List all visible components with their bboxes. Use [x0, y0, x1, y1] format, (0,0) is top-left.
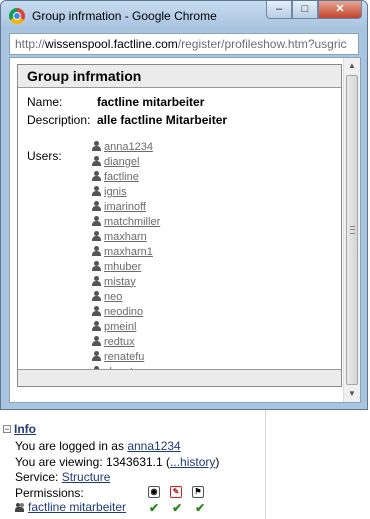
- user-link[interactable]: neo: [104, 291, 122, 303]
- name-value: factline mitarbeiter: [97, 95, 205, 109]
- user-link[interactable]: factline: [104, 171, 139, 183]
- info-title-link[interactable]: Info: [14, 422, 36, 436]
- user-icon: [92, 291, 101, 302]
- user-link[interactable]: redtux: [104, 336, 135, 348]
- list-item: anna1234: [92, 139, 160, 154]
- user-icon: [92, 261, 101, 272]
- title-bar[interactable]: Group infrmation - Google Chrome – □ ✕: [1, 1, 367, 31]
- chrome-icon: [9, 8, 25, 24]
- check-icon: ✔: [195, 501, 206, 515]
- list-item: maxharn: [92, 229, 160, 244]
- view-permission-icon: ◉: [148, 486, 160, 498]
- user-link[interactable]: matchmiller: [104, 216, 160, 228]
- user-icon: [92, 171, 101, 182]
- service-label: Service:: [15, 470, 59, 484]
- window-title: Group infrmation - Google Chrome: [32, 9, 217, 23]
- group-icon: [15, 502, 25, 513]
- check-icon: ✔: [172, 501, 183, 515]
- user-icon: [92, 231, 101, 242]
- url-path: /register/profileshow.htm?usgric: [177, 37, 347, 51]
- logged-in-line: You are logged in as anna1234: [15, 439, 181, 453]
- list-item: factline: [92, 169, 160, 184]
- scroll-thumb[interactable]: [346, 75, 358, 385]
- edit-permission-icon: ✎: [170, 486, 182, 498]
- list-item: matchmiller: [92, 214, 160, 229]
- user-link[interactable]: renatefu: [104, 351, 144, 363]
- popup-window: Group infrmation - Google Chrome – □ ✕ h…: [0, 0, 368, 410]
- url-scheme: http://: [15, 37, 46, 51]
- viewing-line: You are viewing: 1343631.1 (...history): [15, 455, 219, 469]
- group-info-panel: Group infrmation Name: factline mitarbei…: [17, 64, 342, 387]
- list-item: neodino: [92, 304, 160, 319]
- viewing-close-paren: ): [215, 455, 220, 469]
- user-link[interactable]: mistay: [104, 276, 136, 288]
- user-icon: [92, 276, 101, 287]
- collapse-icon[interactable]: −: [3, 425, 11, 434]
- window-controls: – □ ✕: [266, 1, 362, 21]
- permission-checks: ✔ ✔ ✔: [149, 501, 205, 515]
- user-icon: [92, 246, 101, 257]
- user-icon: [92, 186, 101, 197]
- users-list: anna1234 diangel factline ignis imarinof…: [92, 139, 160, 379]
- list-item: ignis: [92, 184, 160, 199]
- name-label: Name:: [27, 95, 63, 109]
- check-icon: ✔: [149, 501, 160, 515]
- service-link[interactable]: Structure: [62, 470, 111, 484]
- list-item: redtux: [92, 334, 160, 349]
- permissions-label: Permissions:: [15, 486, 84, 500]
- user-link[interactable]: neodino: [104, 306, 143, 318]
- grip-icon: [350, 226, 355, 234]
- user-link[interactable]: ignis: [104, 186, 127, 198]
- logged-in-user-link[interactable]: anna1234: [127, 439, 180, 453]
- list-item: maxharn1: [92, 244, 160, 259]
- user-icon: [92, 306, 101, 317]
- group-link[interactable]: factline mitarbeiter: [28, 500, 126, 514]
- user-icon: [92, 321, 101, 332]
- panel-title: Group infrmation: [18, 65, 341, 88]
- list-item: pmeinl: [92, 319, 160, 334]
- panel-footer: [18, 369, 341, 386]
- user-icon: [92, 216, 101, 227]
- list-item: neo: [92, 289, 160, 304]
- user-link[interactable]: diangel: [104, 156, 139, 168]
- logged-in-prefix: You are logged in as: [15, 439, 124, 453]
- column-divider: [265, 410, 266, 519]
- scroll-down-arrow-icon[interactable]: ▼: [344, 386, 360, 402]
- list-item: mhuber: [92, 259, 160, 274]
- manage-permission-icon: ⚑: [192, 486, 204, 498]
- user-icon: [92, 141, 101, 152]
- info-header: − Info: [3, 422, 36, 436]
- user-icon: [92, 336, 101, 347]
- viewing-prefix: You are viewing: 1343631.1: [15, 455, 163, 469]
- user-link[interactable]: imarinoff: [104, 201, 146, 213]
- list-item: renatefu: [92, 349, 160, 364]
- list-item: diangel: [92, 154, 160, 169]
- minimize-button[interactable]: –: [266, 1, 292, 19]
- user-icon: [92, 156, 101, 167]
- permission-group-row: factline mitarbeiter: [15, 500, 126, 514]
- service-line: Service: Structure: [15, 470, 110, 484]
- description-label: Description:: [27, 113, 91, 127]
- list-item: imarinoff: [92, 199, 160, 214]
- users-label: Users:: [27, 149, 62, 163]
- user-icon: [92, 351, 101, 362]
- close-button[interactable]: ✕: [318, 1, 362, 19]
- user-icon: [92, 201, 101, 212]
- description-value: alle factline Mitarbeiter: [97, 113, 228, 127]
- user-link[interactable]: pmeinl: [104, 321, 136, 333]
- user-link[interactable]: maxharn: [104, 231, 147, 243]
- permission-icons: ◉ ✎ ⚑: [148, 486, 204, 498]
- list-item: mistay: [92, 274, 160, 289]
- user-link[interactable]: anna1234: [104, 141, 153, 153]
- history-link[interactable]: ...history: [170, 455, 215, 469]
- info-section: − Info You are logged in as anna1234 You…: [0, 410, 265, 519]
- url-host: wissenspool.factline.com: [45, 37, 178, 51]
- maximize-button[interactable]: □: [292, 1, 318, 19]
- user-link[interactable]: maxharn1: [104, 246, 153, 258]
- scroll-up-arrow-icon[interactable]: ▲: [344, 58, 360, 74]
- address-bar[interactable]: http://wissenspool.factline.com/register…: [9, 33, 359, 55]
- page-viewport: Group infrmation Name: factline mitarbei…: [9, 57, 361, 403]
- vertical-scrollbar[interactable]: ▲ ▼: [343, 58, 360, 402]
- user-link[interactable]: mhuber: [104, 261, 141, 273]
